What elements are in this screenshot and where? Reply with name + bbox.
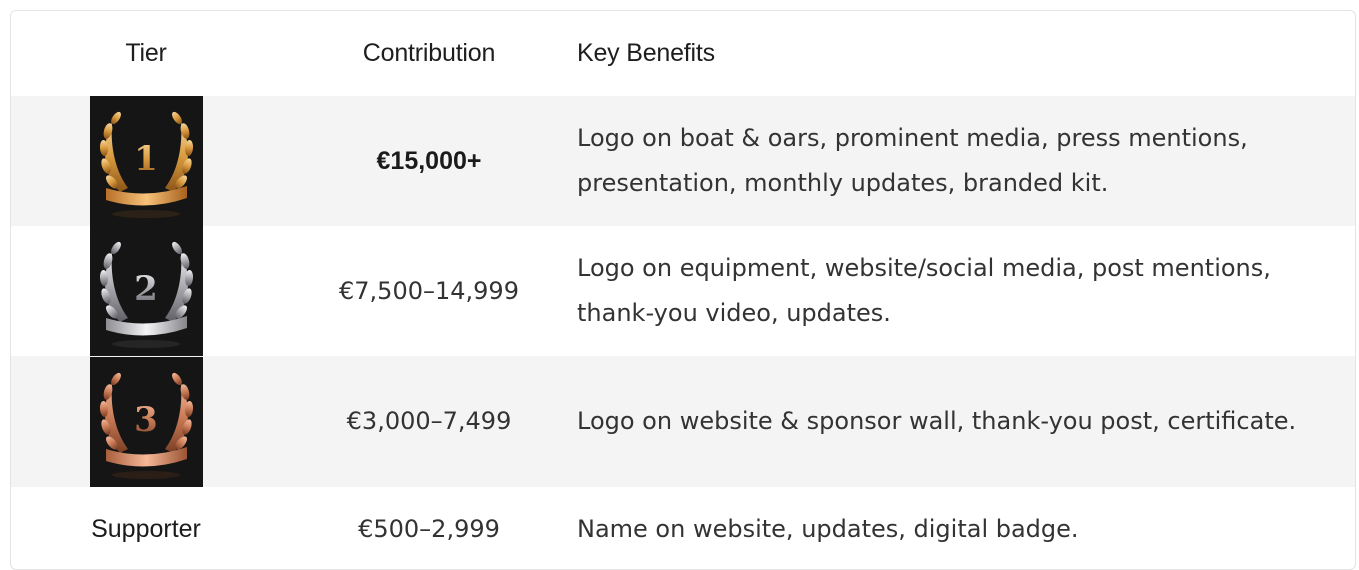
table-row: 2 €7,500–14,999 Logo on equipment, websi… [11,226,1355,356]
gold-medal-1-icon: 1 [89,96,203,226]
benefits-cell: Logo on equipment, website/social media,… [577,254,1271,327]
header-contribution: Contribution [362,39,496,67]
benefits-cell: Name on website, updates, digital badge. [577,514,1079,543]
table-row: Supporter €500–2,999 Name on website, up… [11,487,1355,569]
svg-text:1: 1 [134,139,158,179]
bronze-medal-3-icon: 3 [89,356,203,487]
benefits-cell: Logo on boat & oars, prominent media, pr… [577,96,1355,226]
benefits-cell: Logo on website & sponsor wall, thank-yo… [577,356,1355,487]
tier-cell: 1 [11,96,281,226]
tier-cell: 2 [11,226,281,356]
contribution-value: €15,000+ [376,146,482,175]
svg-text:2: 2 [134,269,158,309]
contribution-cell: €15,000+ [281,96,577,226]
table-row: 3 €3,000–7,499 Logo on website & sponsor… [11,356,1355,487]
tier-name: Supporter [91,514,201,543]
table-header-row: Tier Contribution Key Benefits [11,11,1355,96]
contribution-cell: €7,500–14,999 [339,276,519,305]
silver-medal-2-icon: 2 [89,226,203,356]
svg-text:3: 3 [134,400,158,440]
table-row: 1 €15,000+ Logo on boat & oars, prominen… [11,96,1355,226]
sponsorship-tiers-table: Tier Contribution Key Benefits 1 €15,000… [10,10,1356,570]
contribution-cell: €3,000–7,499 [281,356,577,487]
contribution-cell: €500–2,999 [358,514,500,543]
header-key-benefits: Key Benefits [577,39,715,67]
tier-cell: 3 [11,356,281,487]
tiers-table: Tier Contribution Key Benefits 1 €15,000… [11,11,1355,569]
header-tier: Tier [125,39,167,67]
tier-cell: Supporter [11,487,281,569]
